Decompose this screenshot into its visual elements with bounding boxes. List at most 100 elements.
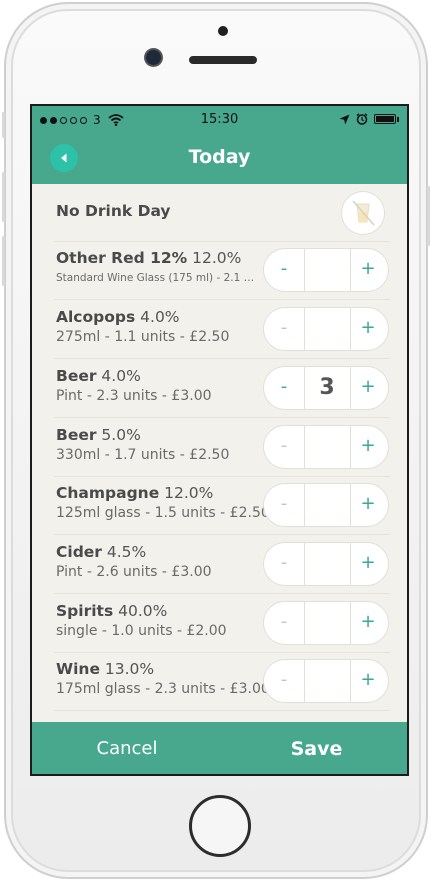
drink-detail: 125ml glass - 1.5 units - £2.50 <box>56 505 270 521</box>
drink-info: Other Red 12% 12.0% Standard Wine Glass … <box>56 249 261 284</box>
volume-down-button <box>2 236 5 286</box>
increment-button[interactable]: + <box>348 543 388 585</box>
quantity-stepper: - 3 + <box>263 366 389 410</box>
front-camera <box>146 50 161 65</box>
app-screen: 3 15:30 Today No Drink Day Other Red 12%… <box>30 104 409 776</box>
battery-tip <box>397 116 399 122</box>
quantity-stepper: - + <box>263 483 389 527</box>
proximity-sensor <box>218 26 228 36</box>
drink-row: Other Red 12% 12.0% Standard Wine Glass … <box>54 242 390 300</box>
quantity-value <box>305 543 349 585</box>
drink-title: Wine 13.0% <box>56 660 261 678</box>
drink-abv: 13.0% <box>104 660 155 678</box>
drink-detail: single - 1.0 units - £2.00 <box>56 623 227 639</box>
footer-bar: Cancel Save <box>32 722 407 774</box>
decrement-button[interactable]: - <box>264 543 304 585</box>
drink-abv: 12.0% <box>192 249 242 267</box>
quantity-value <box>305 308 349 350</box>
battery-icon <box>374 114 396 124</box>
drink-abv: 4.0% <box>101 367 141 385</box>
drink-abv: 5.0% <box>101 426 141 444</box>
save-button[interactable]: Save <box>222 722 407 774</box>
drink-info: Beer 4.0% Pint - 2.3 units - £3.00 <box>56 367 261 404</box>
drink-detail: 330ml - 1.7 units - £2.50 <box>56 447 230 463</box>
drink-row: Beer 4.0% Pint - 2.3 units - £3.00 - 3 + <box>54 360 390 418</box>
drink-title: Champagne 12.0% <box>56 484 261 502</box>
drink-abv: 4.5% <box>106 543 147 561</box>
drink-title: Beer 5.0% <box>56 426 261 444</box>
alarm-clock-icon <box>356 113 368 125</box>
quantity-stepper: - + <box>263 542 389 586</box>
drink-row: Alcopops 4.0% 275ml - 1.1 units - £2.50 … <box>54 301 390 359</box>
decrement-button[interactable]: - <box>264 367 304 409</box>
increment-button[interactable]: + <box>348 426 388 468</box>
quantity-stepper: - + <box>263 601 389 645</box>
decrement-button[interactable]: - <box>264 660 304 702</box>
drink-name: Champagne <box>56 484 160 502</box>
earpiece-speaker <box>189 56 257 64</box>
drink-name: Alcopops <box>56 308 136 326</box>
drink-name: Beer <box>56 426 97 444</box>
home-button[interactable] <box>189 795 251 857</box>
quantity-value <box>305 660 349 702</box>
decrement-button[interactable]: - <box>264 249 304 291</box>
drink-detail: Pint - 2.6 units - £3.00 <box>56 564 212 580</box>
power-button <box>427 186 430 246</box>
increment-button[interactable]: + <box>348 602 388 644</box>
increment-button[interactable]: + <box>348 249 388 291</box>
quantity-stepper: - + <box>263 307 389 351</box>
no-drink-glass-icon <box>352 200 375 226</box>
increment-button[interactable]: + <box>348 308 388 350</box>
drink-abv: 12.0% <box>164 484 214 502</box>
no-drink-day-toggle[interactable] <box>341 191 385 235</box>
drink-detail: 175ml glass - 2.3 units - £3.00 <box>56 681 270 697</box>
drink-title: Alcopops 4.0% <box>56 308 261 326</box>
drink-list[interactable]: No Drink Day Other Red 12% 12.0% Standar… <box>32 184 407 722</box>
drink-name: Spirits <box>56 602 114 620</box>
status-indicators <box>339 113 399 125</box>
status-bar: 3 15:30 <box>32 106 407 134</box>
decrement-button[interactable]: - <box>264 484 304 526</box>
drink-detail: Pint - 2.3 units - £3.00 <box>56 388 212 404</box>
drink-row: Wine 13.0% 175ml glass - 2.3 units - £3.… <box>54 653 390 711</box>
drink-info: Wine 13.0% 175ml glass - 2.3 units - £3.… <box>56 660 270 697</box>
drink-abv: 40.0% <box>118 602 168 620</box>
drink-title: Other Red 12% 12.0% <box>56 249 261 267</box>
silent-switch <box>2 112 5 138</box>
drink-detail: 275ml - 1.1 units - £2.50 <box>56 329 230 345</box>
drink-name: Beer <box>56 367 97 385</box>
drink-name: Wine <box>56 660 100 678</box>
cancel-button[interactable]: Cancel <box>32 722 222 774</box>
drink-row: Beer 5.0% 330ml - 1.7 units - £2.50 - + <box>54 419 390 477</box>
navigation-bar: Today <box>32 134 407 184</box>
no-drink-day-label: No Drink Day <box>56 202 171 220</box>
drink-row: Cider 4.5% Pint - 2.6 units - £3.00 - + <box>54 536 390 594</box>
location-arrow-icon <box>339 114 350 124</box>
quantity-value <box>305 426 349 468</box>
increment-button[interactable]: + <box>348 367 388 409</box>
quantity-stepper: - + <box>263 425 389 469</box>
drink-info: Champagne 12.0% 125ml glass - 1.5 units … <box>56 484 270 521</box>
quantity-value: 3 <box>319 375 335 400</box>
quantity-stepper: - + <box>263 659 389 703</box>
quantity-value <box>305 602 349 644</box>
increment-button[interactable]: + <box>348 660 388 702</box>
quantity-value <box>305 249 349 291</box>
decrement-button[interactable]: - <box>264 602 304 644</box>
decrement-button[interactable]: - <box>264 308 304 350</box>
quantity-stepper: - + <box>263 248 389 292</box>
decrement-button[interactable]: - <box>264 426 304 468</box>
drink-detail: Standard Wine Glass (175 ml) - 2.1 un... <box>56 272 256 284</box>
drink-abv: 4.0% <box>140 308 180 326</box>
drink-row: Champagne 12.0% 125ml glass - 1.5 units … <box>54 477 390 535</box>
page-title: Today <box>188 146 251 168</box>
quantity-value <box>305 484 349 526</box>
drink-row: Spirits 40.0% single - 1.0 units - £2.00… <box>54 595 390 653</box>
drink-info: Cider 4.5% Pint - 2.6 units - £3.00 <box>56 543 261 580</box>
drink-title: Spirits 40.0% <box>56 602 261 620</box>
increment-button[interactable]: + <box>348 484 388 526</box>
drink-title: Beer 4.0% <box>56 367 261 385</box>
drink-info: Spirits 40.0% single - 1.0 units - £2.00 <box>56 602 261 639</box>
drink-name: Cider <box>56 543 102 561</box>
drink-title: Cider 4.5% <box>56 543 261 561</box>
